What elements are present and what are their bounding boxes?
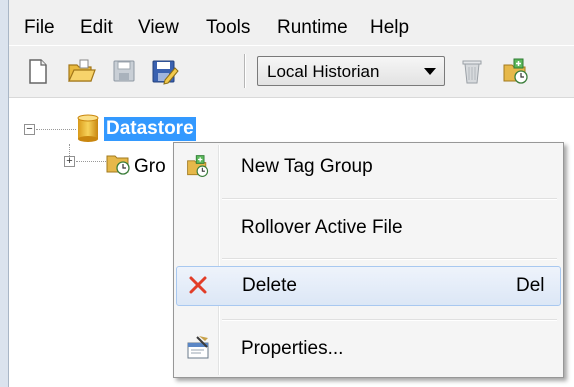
tag-group-icon[interactable] — [501, 56, 531, 86]
trash-icon[interactable] — [457, 56, 487, 86]
menu-separator — [222, 258, 557, 260]
window-left-edge — [0, 0, 9, 387]
toolbar-separator — [244, 54, 246, 88]
tree-connector — [36, 129, 76, 130]
menu-item-label: Delete — [242, 275, 297, 296]
new-icon[interactable] — [22, 56, 52, 86]
menu-item-label: Rollover Active File — [241, 217, 403, 238]
historian-select[interactable]: Local Historian — [257, 56, 445, 86]
menu-runtime[interactable]: Runtime — [277, 17, 348, 39]
historian-select-value: Local Historian — [267, 62, 380, 81]
menu-item-rollover-active-file[interactable]: Rollover Active File — [176, 208, 561, 248]
menu-help[interactable]: Help — [370, 17, 409, 39]
open-icon[interactable] — [66, 56, 96, 86]
tree-node-datastore[interactable]: Datastore — [104, 117, 196, 141]
menu-file[interactable]: File — [24, 17, 55, 39]
menu-item-delete[interactable]: Delete Del — [176, 266, 561, 306]
database-icon — [76, 113, 100, 143]
menu-bar: File Edit View Tools Runtime Help — [9, 0, 574, 45]
menu-item-shortcut: Del — [516, 275, 545, 296]
delete-x-icon — [185, 272, 211, 298]
context-menu: New Tag Group Rollover Active File Delet… — [173, 142, 564, 378]
tag-group-icon — [185, 153, 211, 179]
menu-edit[interactable]: Edit — [80, 17, 113, 39]
menu-separator — [222, 319, 557, 321]
menu-item-label: New Tag Group — [241, 156, 373, 177]
menu-separator — [222, 198, 557, 200]
menu-item-properties[interactable]: Properties... — [176, 329, 561, 369]
properties-icon — [185, 335, 211, 361]
menu-view[interactable]: View — [138, 17, 179, 39]
menu-item-new-tag-group[interactable]: New Tag Group — [176, 147, 561, 187]
expand-icon[interactable]: + — [64, 156, 75, 167]
save-as-icon[interactable] — [149, 56, 179, 86]
tree-connector — [76, 161, 106, 162]
collapse-icon[interactable]: − — [24, 124, 35, 135]
toolbar: Local Historian — [9, 46, 574, 98]
save-icon[interactable] — [109, 56, 139, 86]
menu-item-label: Properties... — [241, 338, 344, 359]
chevron-down-icon — [424, 68, 436, 75]
tree-node-group[interactable]: Gro — [134, 156, 166, 178]
tag-group-icon — [106, 148, 132, 176]
menu-tools[interactable]: Tools — [206, 17, 250, 39]
